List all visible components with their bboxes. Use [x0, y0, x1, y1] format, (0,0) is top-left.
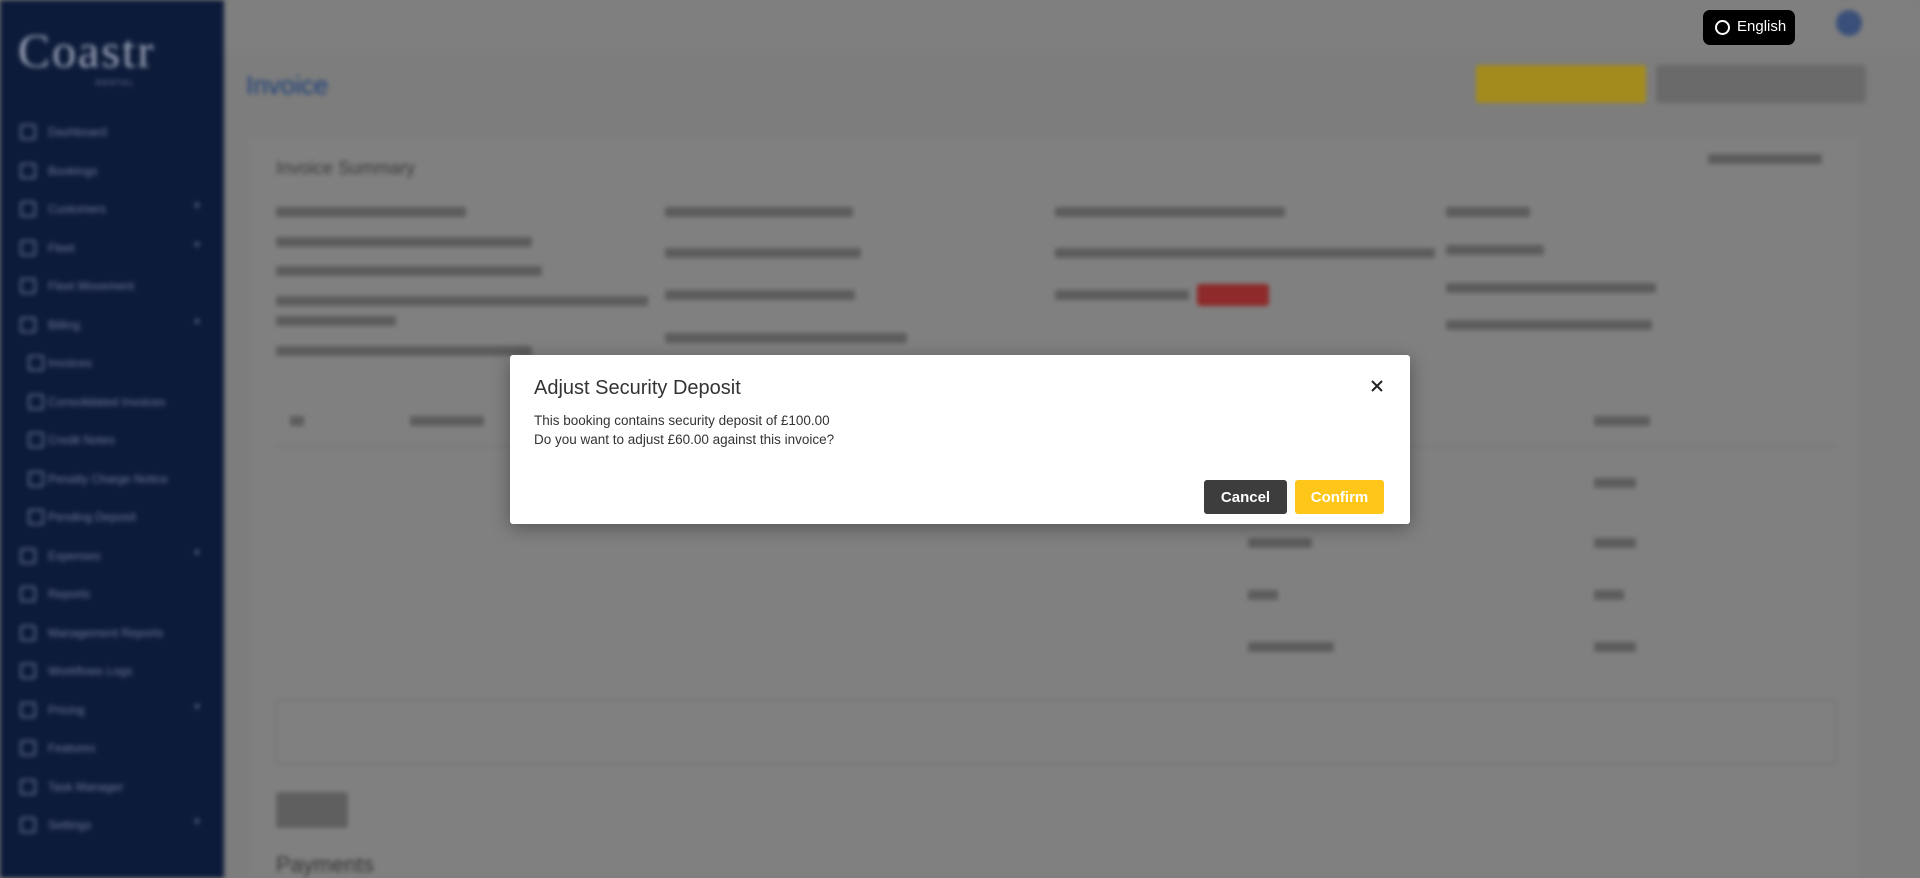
blurred-text: [1055, 248, 1435, 258]
dialog-message-deposit: This booking contains security deposit o…: [534, 413, 830, 428]
sidebar-item: Pending Deposit: [0, 497, 224, 536]
adjust-security-deposit-dialog: Adjust Security Deposit This booking con…: [510, 355, 1410, 524]
nav-icon: [20, 701, 36, 718]
blurred-text: [410, 416, 484, 426]
nav-icon: [20, 778, 36, 795]
nav-icon: [20, 740, 36, 756]
nav-icon: [20, 316, 36, 333]
nav-icon: [20, 547, 36, 564]
payments-heading: Payments: [276, 852, 374, 877]
chevron-down-icon: ▼: [192, 316, 202, 328]
blurred-text: [1594, 416, 1650, 426]
blurred-text: [276, 266, 542, 276]
chevron-down-icon: ▼: [192, 239, 202, 251]
nav-icon: [20, 278, 36, 294]
sidebar-item: Penalty Charge Notice: [0, 459, 224, 498]
blurred-text: [1248, 590, 1278, 600]
nav-icon: [28, 432, 44, 448]
sidebar-nav: Dashboard Bookings Customers ▼ Fleet ▼ Fle…: [0, 112, 224, 844]
blurred-text: [290, 416, 304, 426]
nav-icon: [28, 393, 44, 410]
blurred-text: [1708, 154, 1822, 164]
sidebar-item: Management Reports: [0, 613, 224, 652]
confirm-button[interactable]: Confirm: [1295, 480, 1384, 514]
blurred-text: [1594, 478, 1636, 488]
sidebar-item: Bookings: [0, 151, 224, 190]
nav-icon: [20, 239, 36, 256]
dialog-title: Adjust Security Deposit: [534, 377, 741, 399]
close-icon[interactable]: [1366, 375, 1388, 397]
sidebar-item: Features: [0, 728, 224, 767]
sidebar-item: Settings ▼: [0, 805, 224, 844]
language-selector[interactable]: English: [1703, 10, 1795, 45]
sidebar-item: Expenses ▼: [0, 536, 224, 575]
sidebar: Coastr RENTAL Dashboard Bookings Custome…: [0, 0, 224, 878]
background-action-button: [1476, 65, 1646, 103]
nav-icon: [20, 586, 36, 602]
blurred-text: [665, 207, 853, 217]
status-badge: [1197, 284, 1269, 306]
blurred-text: [1248, 538, 1312, 548]
blurred-text: [1594, 590, 1624, 600]
sidebar-item: Fleet Movement: [0, 266, 224, 305]
sidebar-item: Consolidated Invoices: [0, 382, 224, 421]
nav-icon: [28, 355, 44, 371]
blurred-text: [276, 207, 466, 217]
sidebar-item: Customers ▼: [0, 189, 224, 228]
nav-icon: [28, 509, 44, 525]
nav-icon: [20, 124, 36, 140]
page-title: Invoice: [246, 70, 329, 100]
blurred-text: [1248, 642, 1334, 652]
sidebar-item: Pricing ▼: [0, 690, 224, 729]
blurred-text: [276, 237, 532, 247]
sidebar-item: Workflows Logs: [0, 651, 224, 690]
sidebar-item: Task Manager: [0, 767, 224, 806]
sidebar-item: Invoices: [0, 343, 224, 382]
blurred-text: [1446, 320, 1652, 330]
nav-icon: [20, 162, 36, 179]
background-save-button: [276, 792, 348, 828]
blurred-text: [276, 296, 648, 306]
blurred-text: [276, 346, 532, 356]
avatar: [1836, 10, 1862, 36]
nav-icon: [20, 663, 36, 679]
globe-icon: [1715, 20, 1730, 35]
blurred-text: [1446, 283, 1656, 293]
blurred-text: [276, 316, 396, 326]
nav-icon: [20, 201, 36, 217]
chevron-down-icon: ▼: [192, 201, 202, 212]
nav-icon: [20, 817, 36, 833]
language-label: English: [1737, 18, 1787, 35]
card-title: Invoice Summary: [276, 158, 416, 178]
blurred-text: [1594, 642, 1636, 652]
sidebar-item: Credit Notes: [0, 420, 224, 459]
brand-logo: Coastr RENTAL: [18, 25, 156, 87]
blurred-text: [1446, 207, 1530, 217]
sidebar-item: Billing ▼: [0, 305, 224, 344]
blurred-text: [1446, 245, 1544, 255]
background-action-button: [1656, 65, 1866, 103]
blurred-text: [665, 248, 861, 258]
blurred-text: [1594, 538, 1636, 548]
blurred-text: [1055, 290, 1189, 300]
dialog-message-question: Do you want to adjust £60.00 against thi…: [534, 432, 835, 447]
top-bar: [224, 0, 1920, 54]
chevron-down-icon: ▼: [192, 817, 202, 828]
notes-box: [276, 700, 1836, 764]
nav-icon: [20, 624, 36, 641]
sidebar-item: Dashboard: [0, 112, 224, 151]
blurred-text: [665, 333, 907, 343]
blurred-text: [1055, 207, 1285, 217]
chevron-down-icon: ▼: [192, 701, 202, 713]
cancel-button[interactable]: Cancel: [1204, 480, 1287, 514]
blurred-text: [665, 290, 855, 300]
chevron-down-icon: ▼: [192, 547, 202, 559]
sidebar-item: Reports: [0, 574, 224, 613]
sidebar-item: Fleet ▼: [0, 228, 224, 267]
nav-icon: [28, 470, 44, 487]
